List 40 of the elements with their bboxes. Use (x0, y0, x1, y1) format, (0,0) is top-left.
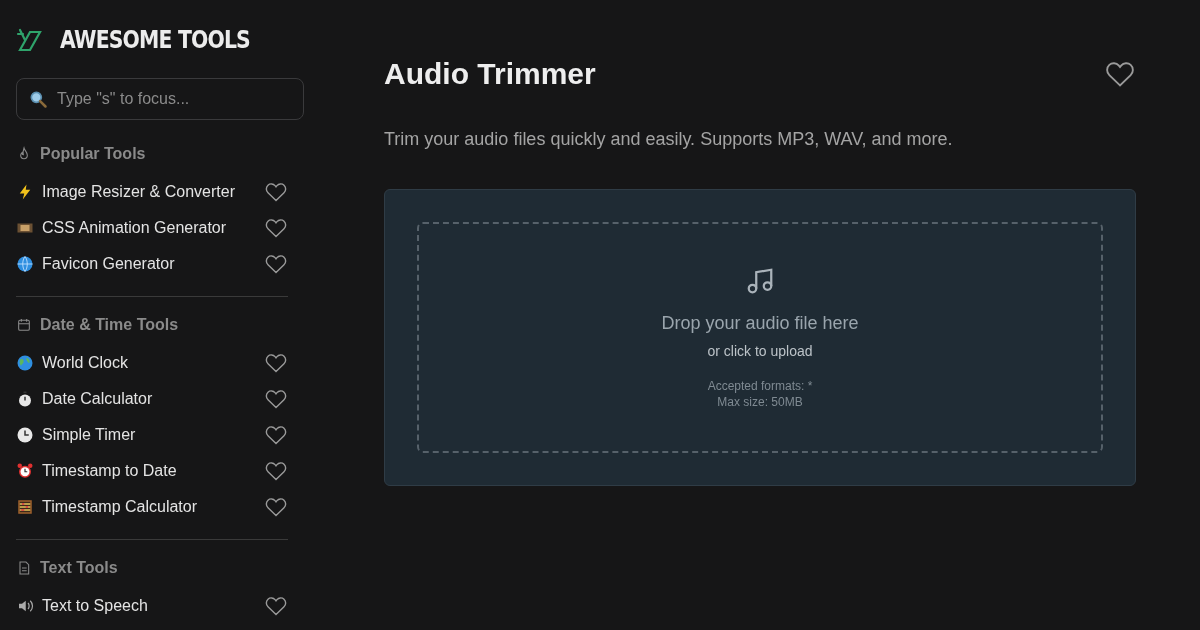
favorite-button[interactable] (264, 351, 288, 375)
size-note: Max size: 50MB (717, 393, 803, 410)
page-description: Trim your audio files quickly and easily. Supports MP3, WAV, and more. (384, 128, 954, 151)
logo-icon (16, 26, 44, 54)
tool-link[interactable]: CSS Animation Generator (42, 216, 264, 240)
section-heading: Date & Time Tools (40, 315, 179, 335)
abacus-icon (16, 498, 34, 516)
favorite-button[interactable] (264, 387, 288, 411)
favorite-button[interactable] (264, 459, 288, 483)
document-icon (16, 560, 32, 576)
upload-hint: or click to upload (707, 341, 813, 361)
favorite-button[interactable] (264, 594, 288, 618)
tool-link[interactable]: Text to Speech (42, 594, 264, 618)
favorite-button[interactable] (264, 423, 288, 447)
tool-link[interactable]: Date Calculator (42, 387, 264, 411)
tool-link[interactable]: World Clock (42, 351, 264, 375)
globe-icon (16, 354, 34, 372)
globe-icon (16, 255, 34, 273)
search-icon (28, 89, 48, 109)
calendar-icon (16, 317, 32, 333)
favorite-button[interactable] (264, 252, 288, 276)
alarm-clock-icon (16, 462, 34, 480)
search-field[interactable]: Type "s" to focus... (16, 78, 304, 120)
drop-title: Drop your audio file here (661, 311, 859, 335)
formats-note: Accepted formats: * (707, 377, 813, 394)
stopwatch-icon (16, 390, 34, 408)
favorite-button[interactable] (264, 495, 288, 519)
tool-link[interactable]: Favicon Generator (42, 252, 264, 276)
tool-link[interactable]: Timestamp Calculator (42, 495, 264, 519)
page-title: Audio Trimmer (384, 56, 596, 92)
favorite-button[interactable] (264, 180, 288, 204)
tool-link[interactable]: Simple Timer (42, 423, 264, 447)
favorite-button[interactable] (264, 216, 288, 240)
drop-zone[interactable]: Drop your audio file here or click to upload Accepted formats: * Max size: 50MB (417, 222, 1103, 453)
tool-link[interactable]: Image Resizer & Converter (42, 180, 264, 204)
brand-name: AWESOME TOOLS (60, 25, 250, 56)
section-heading: Popular Tools (40, 144, 146, 164)
clock-icon (16, 426, 34, 444)
section-heading: Text Tools (40, 558, 118, 578)
tool-link[interactable]: Timestamp to Date (42, 459, 264, 483)
